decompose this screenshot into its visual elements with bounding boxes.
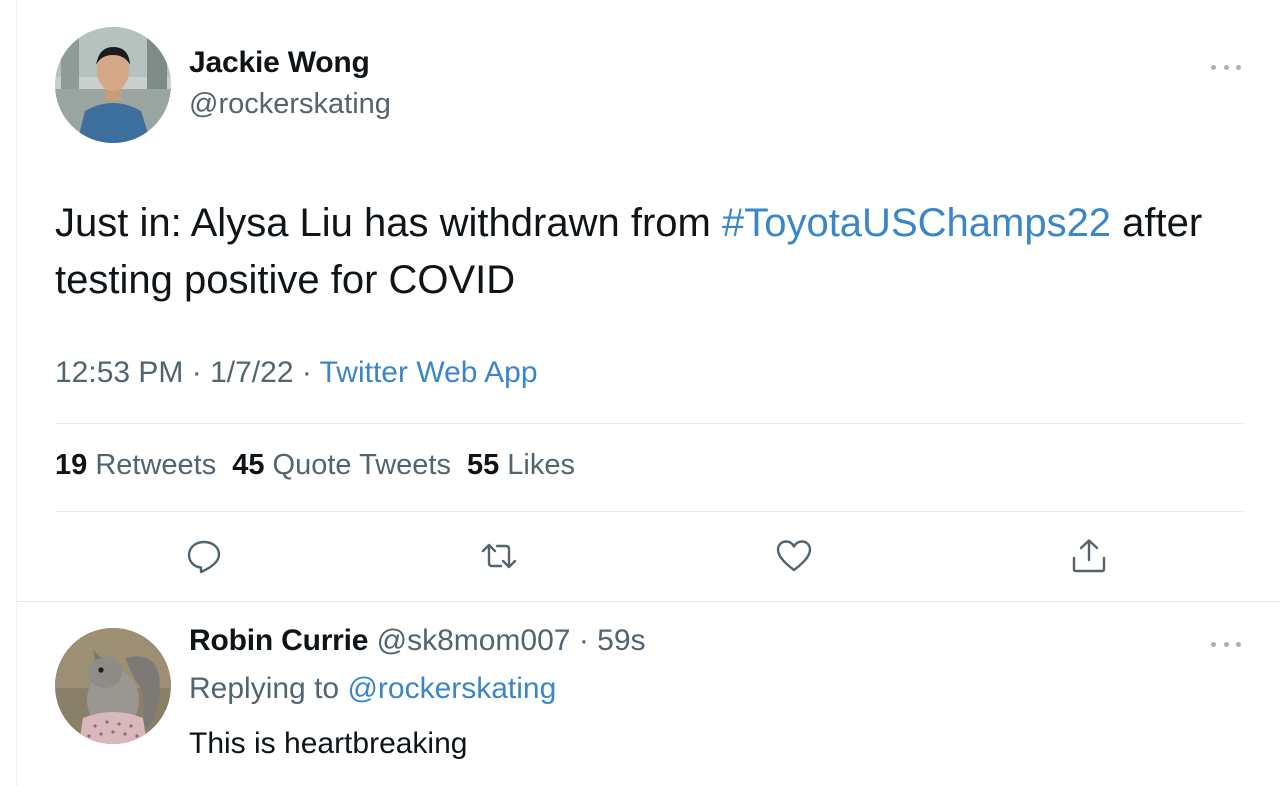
dot xyxy=(1223,64,1229,70)
likes-stat[interactable]: 55 Likes xyxy=(467,449,575,482)
quotes-count: 45 xyxy=(232,449,265,481)
meta-separator: · xyxy=(570,624,598,657)
divider xyxy=(17,601,1280,602)
dot xyxy=(1223,641,1229,647)
timeline-border xyxy=(16,0,17,786)
tweet-source-link[interactable]: Twitter Web App xyxy=(320,356,538,389)
more-icon[interactable] xyxy=(1211,637,1241,651)
tweet-stats: 19 Retweets 45 Quote Tweets 55 Likes xyxy=(55,449,575,482)
reply-author-avatar[interactable] xyxy=(55,628,171,744)
hashtag-link[interactable]: #ToyotaUSChamps22 xyxy=(722,201,1111,245)
author-handle[interactable]: @rockerskating xyxy=(189,88,391,121)
likes-label: Likes xyxy=(499,449,575,481)
replying-to-mention[interactable]: @rockerskating xyxy=(347,672,556,705)
divider xyxy=(55,511,1243,512)
retweet-button[interactable] xyxy=(479,536,519,576)
meta-separator: · xyxy=(293,356,320,389)
retweets-stat[interactable]: 19 Retweets xyxy=(55,449,216,482)
retweets-label: Retweets xyxy=(87,449,217,481)
meta-separator: · xyxy=(183,356,211,389)
reply-button[interactable] xyxy=(184,536,224,576)
reply-time[interactable]: 59s xyxy=(597,624,645,657)
reply-text: This is heartbreaking xyxy=(189,727,468,760)
reply-author-name[interactable]: Robin Currie xyxy=(189,624,368,657)
reply-header: Robin Currie @sk8mom007 · 59s xyxy=(189,624,646,658)
dot xyxy=(1236,64,1241,70)
dot xyxy=(1211,641,1216,647)
divider xyxy=(55,423,1243,424)
author-avatar-photo xyxy=(55,27,171,143)
share-button[interactable] xyxy=(1069,536,1109,576)
reply-author-handle[interactable]: @sk8mom007 xyxy=(368,624,571,657)
share-icon xyxy=(1072,539,1106,573)
quotes-label: Quote Tweets xyxy=(264,449,451,481)
more-icon[interactable] xyxy=(1211,60,1241,74)
tweet-meta: 12:53 PM · 1/7/22 · Twitter Web App xyxy=(55,356,538,390)
quote-tweets-stat[interactable]: 45 Quote Tweets xyxy=(232,449,451,482)
tweet-text-start: Just in: Alysa Liu has withdrawn from xyxy=(55,201,722,245)
dot xyxy=(1236,641,1241,647)
like-icon xyxy=(776,540,812,572)
author-name[interactable]: Jackie Wong xyxy=(189,46,370,80)
replying-to-label: Replying to xyxy=(189,672,348,705)
author-avatar[interactable] xyxy=(55,27,171,143)
tweet-time[interactable]: 12:53 PM xyxy=(55,356,183,389)
like-button[interactable] xyxy=(774,536,814,576)
replying-to: Replying to @rockerskating xyxy=(189,672,556,706)
retweet-icon xyxy=(481,543,517,569)
dot xyxy=(1211,64,1216,70)
tweet-date[interactable]: 1/7/22 xyxy=(210,356,293,389)
retweets-count: 19 xyxy=(55,449,88,481)
reply-icon xyxy=(187,540,221,574)
squirrel-avatar-photo xyxy=(55,628,171,744)
likes-count: 55 xyxy=(466,449,500,481)
tweet-text: Just in: Alysa Liu has withdrawn from #T… xyxy=(55,195,1235,309)
